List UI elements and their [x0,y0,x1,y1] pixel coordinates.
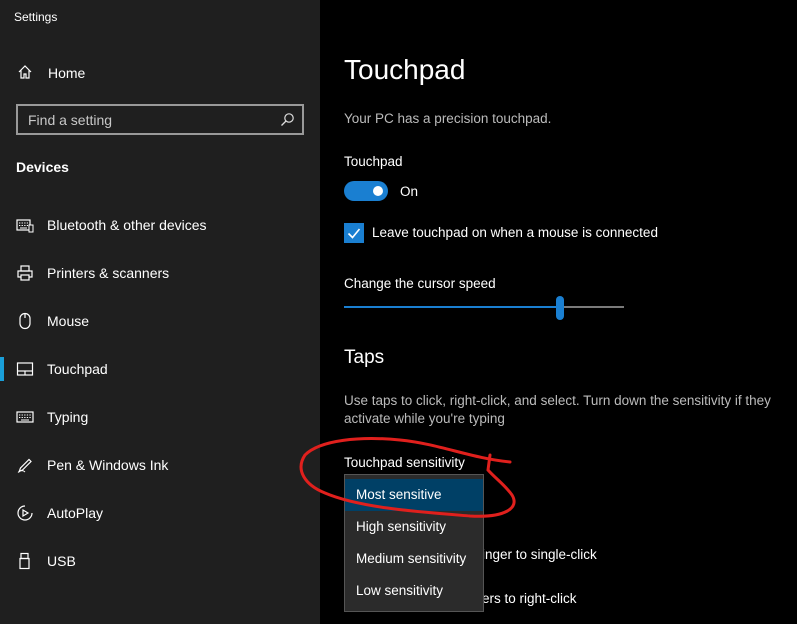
touchpad-sensitivity-label: Touchpad sensitivity [344,455,465,470]
sidebar-item-label: Mouse [47,313,90,329]
sidebar-item-usb[interactable]: USB [0,541,320,581]
cursor-speed-label: Change the cursor speed [344,276,496,291]
sidebar-item-touchpad[interactable]: Touchpad [0,349,320,389]
touchpad-toggle[interactable] [344,181,388,201]
right-click-option-text: ers to right-click [482,591,577,606]
main-panel: Touchpad Your PC has a precision touchpa… [320,0,797,624]
dropdown-option-most-sensitive[interactable]: Most sensitive [345,479,483,511]
sidebar-item-label: Pen & Windows Ink [47,457,169,473]
section-title: Devices [16,159,69,175]
sidebar-item-label: USB [47,553,76,569]
window-title: Settings [14,10,58,24]
dropdown-option-high-sensitivity[interactable]: High sensitivity [345,511,483,543]
sidebar-item-autoplay[interactable]: AutoPlay [0,493,320,533]
search-icon[interactable] [280,112,295,127]
sidebar-item-printers[interactable]: Printers & scanners [0,253,320,293]
sidebar-item-bluetooth[interactable]: Bluetooth & other devices [0,205,320,245]
toggle-state-label: On [400,184,419,199]
sidebar-item-mouse[interactable]: Mouse [0,301,320,341]
cursor-speed-slider[interactable] [344,296,624,320]
sidebar-item-label: AutoPlay [47,505,104,521]
mouse-icon [19,312,31,330]
slider-thumb[interactable] [556,296,564,320]
sidebar: Settings Home Devices Bluetooth & other … [0,0,320,624]
page-title: Touchpad [344,54,466,85]
sidebar-item-typing[interactable]: Typing [0,397,320,437]
sidebar-item-label: Printers & scanners [47,265,170,281]
search-box[interactable] [16,104,304,135]
taps-heading: Taps [344,347,385,368]
sidebar-item-pen[interactable]: Pen & Windows Ink [0,445,320,485]
slider-track [560,306,624,308]
taps-description: Use taps to click, right-click, and sele… [344,393,771,426]
single-click-option-text: inger to single-click [482,547,597,562]
usb-icon [19,552,30,570]
pen-icon [17,458,32,473]
keyboard-icon [16,411,34,423]
home-icon [18,65,32,79]
selection-indicator [0,357,4,381]
search-input[interactable] [18,106,278,133]
dropdown-option-medium-sensitivity[interactable]: Medium sensitivity [345,543,483,575]
sidebar-item-label: Typing [47,409,89,425]
sidebar-item-label: Bluetooth & other devices [47,217,207,233]
sidebar-item-label: Touchpad [47,361,108,377]
home-label: Home [48,65,86,81]
leave-touchpad-on-checkbox[interactable] [344,223,364,243]
autoplay-icon [17,505,33,521]
checkmark-icon [347,228,361,239]
home-nav-item[interactable]: Home [0,58,320,88]
slider-track-fill [344,306,560,308]
leave-touchpad-on-label: Leave touchpad on when a mouse is connec… [372,225,658,240]
keyboard-icon [16,219,34,233]
touchpad-icon [16,362,34,376]
dropdown-option-low-sensitivity[interactable]: Low sensitivity [345,575,483,607]
sensitivity-dropdown-list[interactable]: Most sensitive High sensitivity Medium s… [344,474,484,612]
toggle-knob [373,186,383,196]
touchpad-toggle-label: Touchpad [344,154,403,169]
printer-icon [17,265,33,281]
page-description: Your PC has a precision touchpad. [344,111,552,126]
